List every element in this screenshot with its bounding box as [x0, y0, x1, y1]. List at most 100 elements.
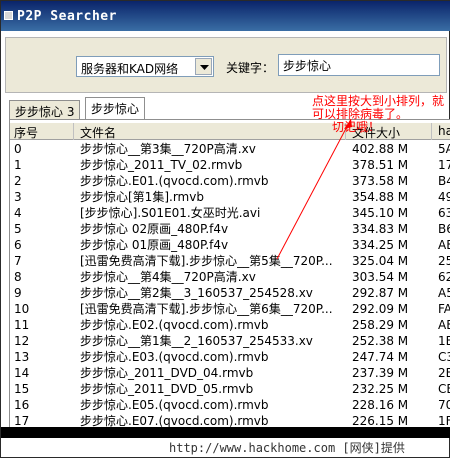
- cell-filesize: 325.04 M: [352, 254, 409, 268]
- cell-filename: 步步惊心__第4集__720P高清.xv: [80, 270, 256, 284]
- cell-index: 15: [14, 382, 30, 396]
- cell-filename: 步步惊心.E07.(qvocd.com).rmvb: [80, 414, 269, 427]
- keyword-input[interactable]: [278, 54, 440, 76]
- table-row[interactable]: 3 步步惊心[第1集].rmvb 354.88 M 49: [10, 189, 450, 205]
- annotation-note: 点这里按大到小排列，就 可以排除病毒了。 切记哦！: [312, 95, 448, 134]
- column-header-index[interactable]: 序号: [10, 123, 74, 140]
- cell-filename: 步步惊心_2011_DVD_05.rmvb: [80, 382, 254, 396]
- table-row[interactable]: 8 步步惊心__第4集__720P高清.xv 303.54 M 62: [10, 269, 450, 285]
- cell-filename: 步步惊心.E03.(qvocd.com).rmvb: [80, 350, 269, 364]
- table-row[interactable]: 10 [迅雷免费高清下载].步步惊心__第6集__720P... 292.09 M F…: [10, 301, 450, 317]
- app-icon: [4, 11, 13, 20]
- cell-filesize: 292.87 M: [352, 286, 409, 300]
- tab-search-3[interactable]: 步步惊心 3: [9, 100, 81, 119]
- cell-index: 17: [14, 414, 30, 427]
- cell-filesize: 252.38 M: [352, 334, 409, 348]
- table-row[interactable]: 13 步步惊心.E03.(qvocd.com).rmvb 247.74 M C3: [10, 349, 450, 365]
- table-body: 0 步步惊心__第3集__720P高清.xv 402.88 M 5A 1 步步惊心_201…: [10, 141, 450, 427]
- table-row[interactable]: 0 步步惊心__第3集__720P高清.xv 402.88 M 5A: [10, 141, 450, 157]
- cell-index: 13: [14, 350, 30, 364]
- table-row[interactable]: 12 步步惊心__第1集__2_160537_254533.xv 252.38 M 1…: [10, 333, 450, 349]
- source-select[interactable]: 服务器和KAD网络: [76, 56, 214, 77]
- window-title: P2P Searcher: [17, 9, 117, 24]
- cell-hash: B4: [438, 174, 450, 188]
- cell-hash: 5A: [438, 142, 450, 156]
- cell-filesize: 237.39 M: [352, 366, 409, 380]
- table-row[interactable]: 16 步步惊心.E05.(qvocd.com).rmvb 228.16 M 70: [10, 397, 450, 413]
- cell-filesize: 228.16 M: [352, 398, 409, 412]
- cell-index: 6: [14, 238, 22, 252]
- cell-filename: [步步惊心].S01E01.女巫时光.avi: [80, 206, 261, 220]
- cell-filesize: 378.51 M: [352, 158, 409, 172]
- app-window: P2P Searcher 服务器和KAD网络 关键字： 步步惊心 3 步步惊心 …: [0, 0, 450, 458]
- cell-index: 8: [14, 270, 22, 284]
- cell-index: 11: [14, 318, 30, 332]
- table-row[interactable]: 14 步步惊心_2011_DVD_04.rmvb 237.39 M 2B: [10, 365, 450, 381]
- cell-filesize: 258.29 M: [352, 318, 409, 332]
- cell-filename: 步步惊心_2011_DVD_04.rmvb: [80, 366, 254, 380]
- cell-filesize: 402.88 M: [352, 142, 409, 156]
- cell-index: 2: [14, 174, 22, 188]
- cell-index: 3: [14, 190, 22, 204]
- table-row[interactable]: 6 步步惊心 01原画_480P.f4v 334.25 M AE: [10, 237, 450, 253]
- cell-index: 14: [14, 366, 30, 380]
- cell-filesize: 226.15 M: [352, 414, 409, 427]
- cell-filesize: 292.09 M: [352, 302, 409, 316]
- cell-filesize: 334.83 M: [352, 222, 409, 236]
- cell-filesize: 334.25 M: [352, 238, 409, 252]
- table-row[interactable]: 1 步步惊心_2011_TV_02.rmvb 378.51 M 17: [10, 157, 450, 173]
- cell-filename: 步步惊心__第2集__3_160537_254528.xv: [80, 286, 313, 300]
- chevron-down-icon: [200, 65, 209, 70]
- cell-hash: 63: [438, 206, 450, 220]
- table-row[interactable]: 5 步步惊心 02原画_480P.f4v 334.83 M B6: [10, 221, 450, 237]
- annotation-line-3: 切记哦！: [332, 120, 381, 134]
- table-row[interactable]: 15 步步惊心_2011_DVD_05.rmvb 232.25 M CB: [10, 381, 450, 397]
- cell-hash: 1B: [438, 334, 450, 348]
- cell-hash: 49: [438, 190, 450, 204]
- table-row[interactable]: 11 步步惊心.E02.(qvocd.com).rmvb 258.29 M AE: [10, 317, 450, 333]
- cell-index: 4: [14, 206, 22, 220]
- source-select-value: 服务器和KAD网络: [81, 62, 179, 76]
- cell-hash: 2B: [438, 366, 450, 380]
- cell-filename: 步步惊心_2011_TV_02.rmvb: [80, 158, 243, 172]
- cell-hash: C3: [438, 350, 450, 364]
- cell-index: 0: [14, 142, 22, 156]
- bottom-band: [1, 427, 450, 438]
- cell-filename: 步步惊心 02原画_480P.f4v: [80, 222, 229, 236]
- cell-filename: 步步惊心[第1集].rmvb: [80, 190, 204, 204]
- column-header-filename[interactable]: 文件名: [76, 123, 346, 140]
- cell-index: 5: [14, 222, 22, 236]
- cell-hash: B6: [438, 222, 450, 236]
- keyword-label: 关键字：: [226, 61, 275, 75]
- cell-index: 16: [14, 398, 30, 412]
- cell-hash: AE: [438, 238, 450, 252]
- search-panel: 服务器和KAD网络 关键字：: [5, 37, 447, 93]
- cell-filesize: 345.10 M: [352, 206, 409, 220]
- cell-filename: [迅雷免费高清下载].步步惊心__第6集__720P...: [80, 302, 333, 316]
- cell-index: 7: [14, 254, 22, 268]
- cell-filename: 步步惊心.E05.(qvocd.com).rmvb: [80, 398, 269, 412]
- cell-filename: 步步惊心.E02.(qvocd.com).rmvb: [80, 318, 269, 332]
- table-row[interactable]: 4 [步步惊心].S01E01.女巫时光.avi 345.10 M 63: [10, 205, 450, 221]
- table-row[interactable]: 17 步步惊心.E07.(qvocd.com).rmvb 226.15 M 1F: [10, 413, 450, 427]
- cell-hash: 25: [438, 254, 450, 268]
- cell-filename: [迅雷免费高清下载].步步惊心__第5集__720P...: [80, 254, 333, 268]
- dropdown-button[interactable]: [195, 58, 212, 75]
- results-table: 序号 文件名 文件大小 ha 0步步惊心__第3集__720P高清.xv402.…: [9, 119, 450, 427]
- cell-filename: 步步惊心__第1集__2_160537_254533.xv: [80, 334, 313, 348]
- tab-search-active[interactable]: 步步惊心: [85, 97, 146, 119]
- cell-filename: 步步惊心 01原画_480P.f4v: [80, 238, 229, 252]
- cell-hash: AE: [438, 318, 450, 332]
- cell-filesize: 303.54 M: [352, 270, 409, 284]
- table-row[interactable]: 7 [迅雷免费高清下载].步步惊心__第5集__720P... 325.04 M 25: [10, 253, 450, 269]
- table-row[interactable]: 9 步步惊心__第2集__3_160537_254528.xv 292.87 M A5: [10, 285, 450, 301]
- title-bar[interactable]: P2P Searcher: [1, 1, 450, 31]
- table-row[interactable]: 2 步步惊心.E01.(qvocd.com).rmvb 373.58 M B4: [10, 173, 450, 189]
- cell-hash: CB: [438, 382, 450, 396]
- cell-index: 12: [14, 334, 30, 348]
- cell-index: 9: [14, 286, 22, 300]
- cell-filesize: 373.58 M: [352, 174, 409, 188]
- cell-hash: 1F: [438, 414, 450, 427]
- cell-hash: A5: [438, 286, 450, 300]
- cell-index: 10: [14, 302, 30, 316]
